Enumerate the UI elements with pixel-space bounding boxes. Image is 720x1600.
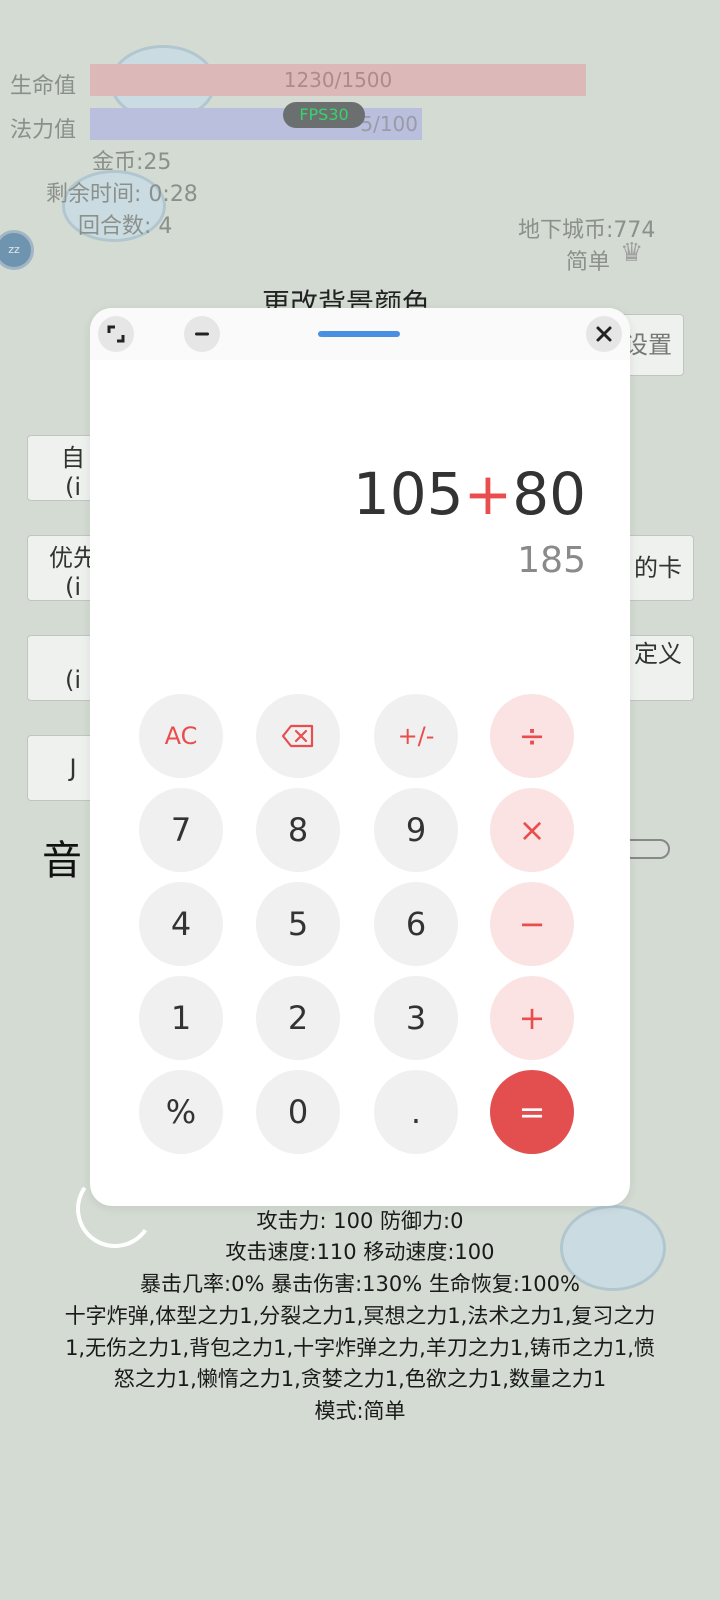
digit-2-button[interactable]: 2	[256, 976, 340, 1060]
digit-3-button[interactable]: 3	[374, 976, 458, 1060]
sign-toggle-button[interactable]: +/-	[374, 694, 458, 778]
hp-label: 生命值	[10, 74, 77, 99]
equals-button[interactable]: =	[490, 1070, 574, 1154]
round-counter: 回合数: 4	[78, 214, 173, 239]
expression-display: 105+80	[353, 460, 586, 528]
avatar-text: zz	[8, 243, 20, 256]
stats-line: 攻击速度:110 移动速度:100	[225, 1240, 495, 1264]
decimal-button[interactable]: .	[374, 1070, 458, 1154]
close-button[interactable]	[586, 316, 622, 352]
difficulty-label: 简单	[566, 250, 611, 275]
gold-counter: 金币:25	[92, 150, 172, 175]
option-label: J	[69, 754, 77, 782]
minimize-button[interactable]	[184, 316, 220, 352]
mp-label: 法力值	[10, 118, 77, 143]
digit-9-button[interactable]: 9	[374, 788, 458, 872]
stats-line: 十字炸弹,体型之力1,分裂之力1,冥想之力1,法术之力1,复习之力	[64, 1304, 656, 1328]
calculator-window: 105+80 185 AC +/- ÷ 7 8 9 × 4 5 6 − 1 2 …	[90, 308, 630, 1206]
plus-button[interactable]: +	[490, 976, 574, 1060]
settings-button-label: 设置	[624, 331, 672, 359]
stats-line: 1,无伤之力1,背包之力1,十字炸弹之力,羊刀之力1,铸币之力1,愤	[65, 1336, 655, 1360]
close-icon	[596, 326, 612, 342]
volume-label: 音	[42, 838, 82, 884]
minimize-icon	[195, 332, 209, 336]
mp-bar: 5/100	[90, 108, 422, 140]
time-left: 剩余时间: 0:28	[46, 182, 198, 207]
crown-icon: ♛	[620, 238, 644, 268]
stats-line: 攻击力: 100 防御力:0	[256, 1209, 464, 1233]
digit-8-button[interactable]: 8	[256, 788, 340, 872]
backspace-icon	[281, 724, 314, 748]
digit-1-button[interactable]: 1	[139, 976, 223, 1060]
minus-button[interactable]: −	[490, 882, 574, 966]
divide-button[interactable]: ÷	[490, 694, 574, 778]
custom-button-label: 定义	[634, 640, 682, 668]
mp-value: 5/100	[360, 112, 418, 136]
ac-button[interactable]: AC	[139, 694, 223, 778]
multiply-button[interactable]: ×	[490, 788, 574, 872]
digit-0-button[interactable]: 0	[256, 1070, 340, 1154]
avatar[interactable]: zz	[0, 230, 34, 270]
calculator-titlebar[interactable]	[90, 308, 630, 360]
cards-button-label: 的卡	[634, 554, 682, 582]
stats-line: 暴击几率:0% 暴击伤害:130% 生命恢复:100%	[140, 1272, 580, 1296]
digit-6-button[interactable]: 6	[374, 882, 458, 966]
mode-line: 模式:简单	[314, 1399, 406, 1423]
fullscreen-button[interactable]	[98, 316, 134, 352]
expand-icon	[107, 325, 125, 343]
digit-7-button[interactable]: 7	[139, 788, 223, 872]
fps-badge: FPS30	[283, 102, 365, 128]
result-display: 185	[517, 540, 586, 581]
backspace-button[interactable]	[256, 694, 340, 778]
digit-5-button[interactable]: 5	[256, 882, 340, 966]
expression-left: 105	[352, 460, 464, 528]
custom-button[interactable]: 定义	[622, 635, 694, 701]
stats-line: 怒之力1,懒惰之力1,贪婪之力1,色欲之力1,数量之力1	[113, 1367, 607, 1391]
hp-value: 1230/1500	[283, 68, 393, 92]
cards-button[interactable]: 的卡	[622, 535, 694, 601]
expression-operator: +	[463, 460, 513, 528]
percent-button[interactable]: %	[139, 1070, 223, 1154]
expression-right: 80	[512, 460, 586, 528]
digit-4-button[interactable]: 4	[139, 882, 223, 966]
drag-handle[interactable]	[318, 331, 400, 337]
hp-bar: 1230/1500	[90, 64, 586, 96]
